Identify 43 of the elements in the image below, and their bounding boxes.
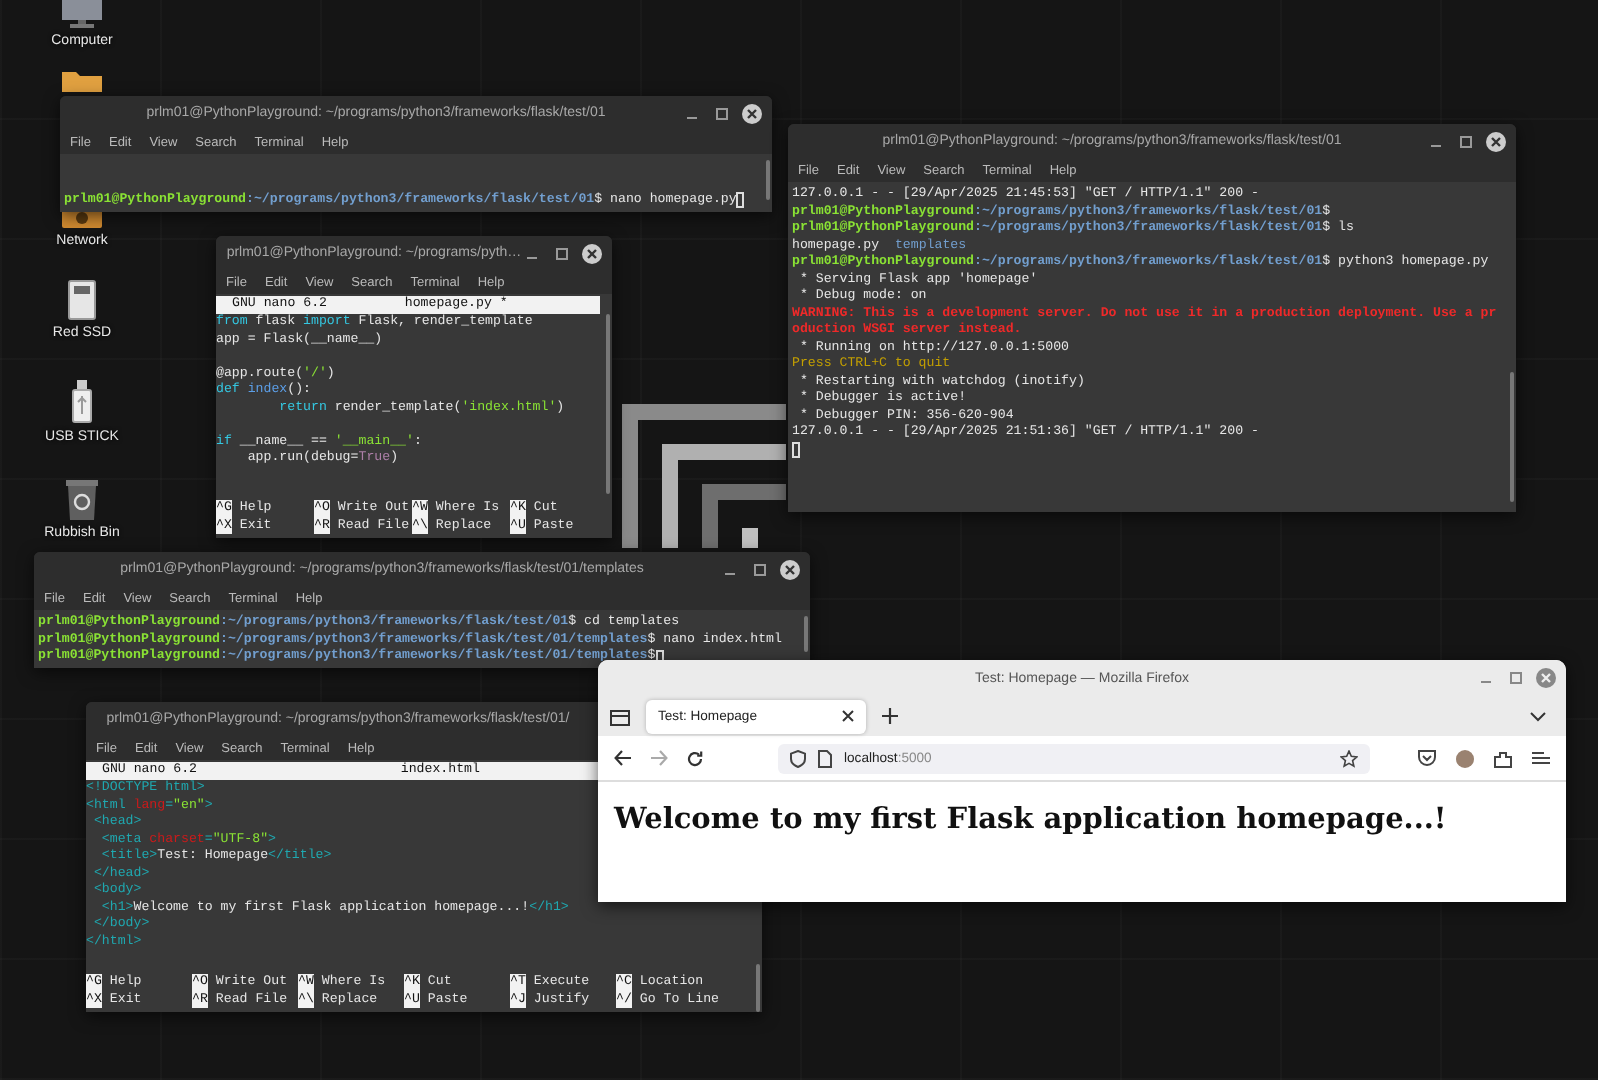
trash-bin-icon[interactable] (66, 480, 98, 520)
close-icon (586, 247, 598, 259)
maximize-icon (1510, 672, 1522, 684)
drive-icon[interactable] (68, 280, 96, 320)
close-icon[interactable] (842, 710, 854, 722)
maximize-icon (754, 563, 766, 575)
close-icon (746, 107, 758, 119)
maximize-button[interactable] (750, 559, 770, 579)
maximize-button[interactable] (1456, 131, 1476, 151)
scrollbar-thumb[interactable] (766, 160, 770, 200)
chevron-down-icon[interactable] (1530, 711, 1546, 721)
account-avatar-icon[interactable] (1456, 749, 1474, 767)
close-button[interactable] (582, 243, 602, 263)
menu-icon[interactable] (1532, 750, 1550, 766)
maximize-button[interactable] (712, 103, 732, 123)
scrollbar-thumb[interactable] (756, 964, 760, 1012)
back-arrow-icon[interactable] (614, 750, 632, 766)
maximize-icon (1460, 135, 1472, 147)
new-tab-icon[interactable] (882, 708, 898, 724)
extensions-icon[interactable] (1494, 749, 1512, 767)
close-button[interactable] (780, 559, 800, 579)
star-icon[interactable] (1340, 749, 1358, 767)
page-icon[interactable] (818, 749, 832, 767)
page-heading: Welcome to my first Flask application homepage...! (614, 802, 1449, 836)
maximize-button[interactable] (552, 243, 572, 263)
reload-icon[interactable] (686, 749, 704, 767)
maximize-button[interactable] (1506, 668, 1526, 688)
maximize-icon (716, 107, 728, 119)
close-icon (784, 563, 796, 575)
scrollbar-thumb[interactable] (1510, 372, 1514, 502)
folder-icon[interactable] (62, 68, 102, 92)
usb-stick-icon[interactable] (72, 380, 92, 424)
maximize-icon (556, 247, 568, 259)
shield-icon[interactable] (790, 749, 806, 767)
tab-list-icon[interactable] (610, 707, 630, 725)
scrollbar-thumb[interactable] (606, 314, 610, 494)
close-button[interactable] (742, 103, 762, 123)
monitor-icon[interactable] (60, 0, 104, 28)
close-icon (1540, 672, 1552, 684)
scrollbar-thumb[interactable] (804, 616, 808, 652)
close-icon (1490, 135, 1502, 147)
pocket-icon[interactable] (1418, 750, 1436, 766)
close-button[interactable] (1486, 131, 1506, 151)
